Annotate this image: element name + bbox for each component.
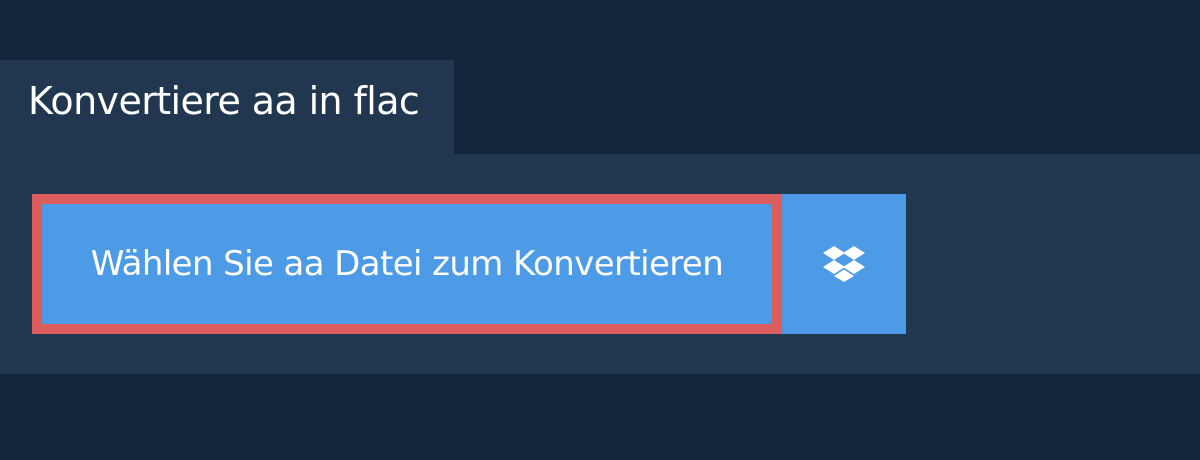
choose-file-label: Wählen Sie aa Datei zum Konvertieren bbox=[90, 244, 724, 284]
page-title: Konvertiere aa in flac bbox=[28, 79, 420, 123]
dropbox-button[interactable] bbox=[782, 194, 906, 334]
choose-file-button[interactable]: Wählen Sie aa Datei zum Konvertieren bbox=[32, 194, 782, 334]
dropbox-icon bbox=[823, 246, 865, 282]
